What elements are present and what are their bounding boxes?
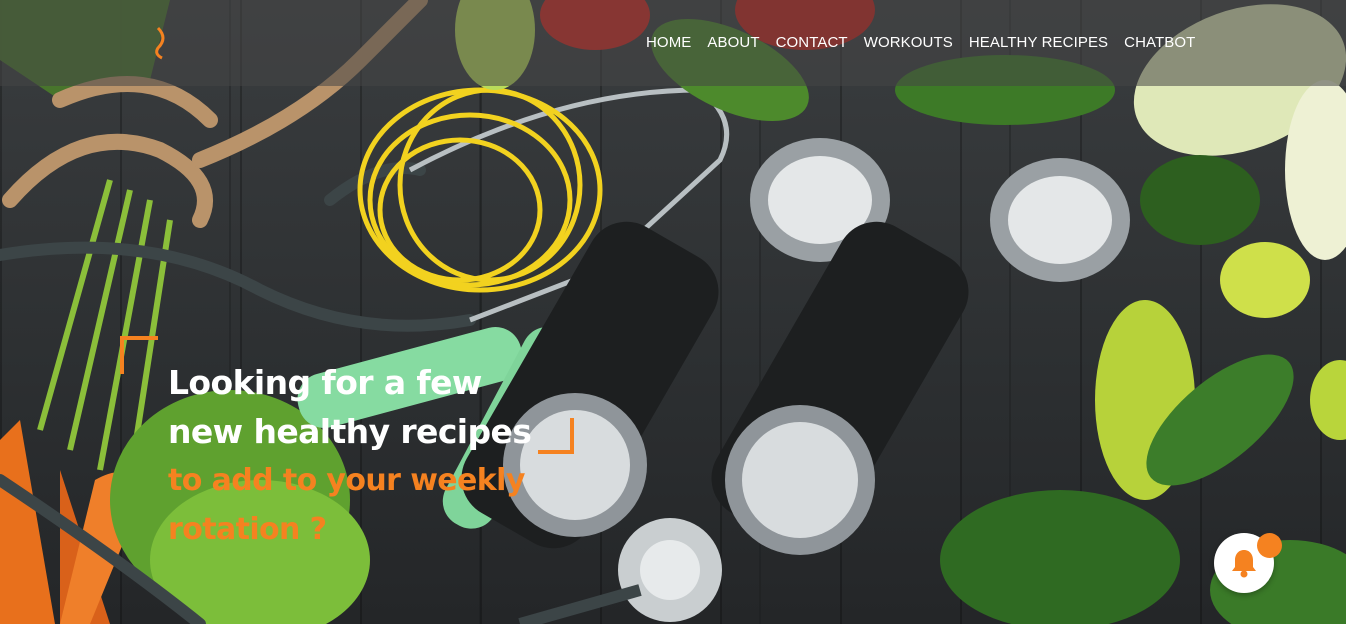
hero-headline-line-2: new healthy recipes	[168, 412, 532, 451]
nav-contact-link[interactable]: CONTACT	[776, 34, 848, 51]
hero-headline: Looking for a few new healthy recipes	[168, 358, 548, 456]
nav-healthy-recipes-link[interactable]: HEALTHY RECIPES	[969, 34, 1108, 51]
hero-subheadline: to add to your weekly rotation ?	[168, 456, 548, 554]
main-nav: HOME ABOUT CONTACT WORKOUTS HEALTHY RECI…	[646, 34, 1195, 51]
bell-icon	[1232, 550, 1256, 578]
corner-bracket-top-left	[120, 336, 158, 374]
hero-subheadline-line-2: rotation ?	[168, 512, 327, 547]
nav-chatbot-link[interactable]: CHATBOT	[1124, 34, 1195, 51]
logo-icon[interactable]	[152, 24, 174, 60]
notification-badge	[1257, 533, 1282, 558]
hero-subheadline-line-1: to add to your weekly	[168, 463, 525, 498]
hero-headline-line-1: Looking for a few	[168, 363, 482, 402]
nav-about-link[interactable]: ABOUT	[707, 34, 759, 51]
nav-home-link[interactable]: HOME	[646, 34, 691, 51]
nav-workouts-link[interactable]: WORKOUTS	[864, 34, 953, 51]
